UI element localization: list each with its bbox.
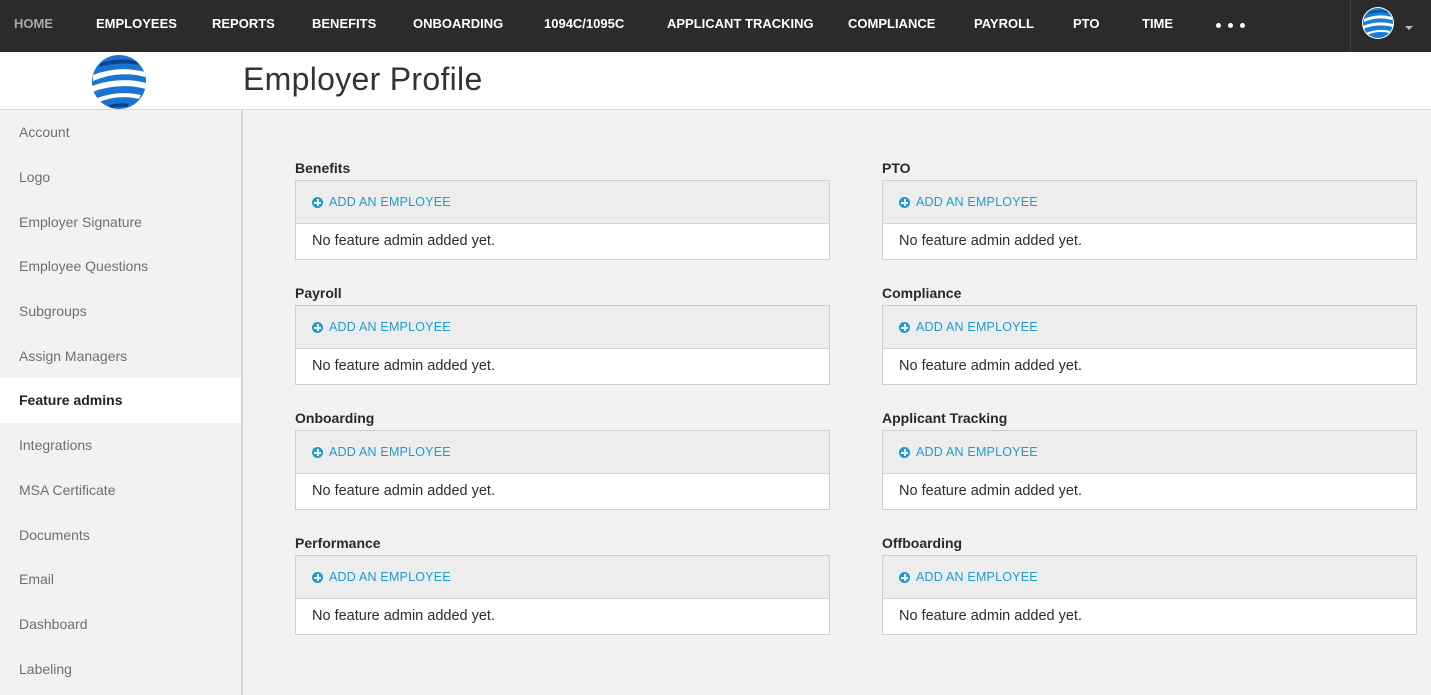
panel-header: ADD AN EMPLOYEE — [883, 556, 1416, 599]
section-title: Compliance — [882, 285, 962, 301]
section-title: Onboarding — [295, 410, 375, 426]
panel-header: ADD AN EMPLOYEE — [296, 181, 829, 224]
add-employee-label: ADD AN EMPLOYEE — [329, 195, 451, 209]
nav-benefits[interactable]: BENEFITS — [312, 0, 376, 52]
add-employee-label: ADD AN EMPLOYEE — [916, 195, 1038, 209]
empty-state-text: No feature admin added yet. — [899, 608, 1082, 624]
empty-state-text: No feature admin added yet. — [312, 233, 495, 249]
empty-state-text: No feature admin added yet. — [899, 358, 1082, 374]
add-employee-label: ADD AN EMPLOYEE — [916, 445, 1038, 459]
panel-header: ADD AN EMPLOYEE — [883, 181, 1416, 224]
sidebar-item-employer-signature[interactable]: Employer Signature — [0, 200, 241, 245]
plus-circle-icon — [899, 572, 910, 583]
sidebar-item-logo[interactable]: Logo — [0, 155, 241, 200]
page-title: Employer Profile — [243, 61, 483, 97]
section-title: Payroll — [295, 285, 342, 301]
add-employee-button[interactable]: ADD AN EMPLOYEE — [312, 569, 451, 585]
feature-admin-panel: ADD AN EMPLOYEE No feature admin added y… — [295, 555, 830, 635]
add-employee-label: ADD AN EMPLOYEE — [329, 445, 451, 459]
feature-admins-content: Benefits ADD AN EMPLOYEE No feature admi… — [243, 110, 1431, 695]
add-employee-label: ADD AN EMPLOYEE — [329, 320, 451, 334]
sidebar-item-subgroups[interactable]: Subgroups — [0, 289, 241, 334]
more-dots-icon[interactable] — [1214, 16, 1248, 34]
nav-onboarding[interactable]: ONBOARDING — [413, 0, 503, 52]
feature-admin-panel: ADD AN EMPLOYEE No feature admin added y… — [295, 180, 830, 260]
empty-state-text: No feature admin added yet. — [312, 358, 495, 374]
panel-header: ADD AN EMPLOYEE — [296, 556, 829, 599]
add-employee-button[interactable]: ADD AN EMPLOYEE — [899, 319, 1038, 335]
section-title: PTO — [882, 160, 911, 176]
nav-divider — [1350, 0, 1351, 52]
empty-state-text: No feature admin added yet. — [899, 483, 1082, 499]
plus-circle-icon — [899, 197, 910, 208]
empty-state-text: No feature admin added yet. — [312, 483, 495, 499]
top-navigation-bar: HOME EMPLOYEES REPORTS BENEFITS ONBOARDI… — [0, 0, 1431, 52]
feature-admin-panel: ADD AN EMPLOYEE No feature admin added y… — [882, 430, 1417, 510]
user-avatar-globe-icon[interactable] — [1361, 6, 1395, 40]
plus-circle-icon — [899, 322, 910, 333]
nav-payroll[interactable]: PAYROLL — [974, 0, 1034, 52]
sidebar-item-labeling[interactable]: Labeling — [0, 647, 241, 692]
sidebar-item-dashboard[interactable]: Dashboard — [0, 602, 241, 647]
nav-time[interactable]: TIME — [1142, 0, 1173, 52]
add-employee-button[interactable]: ADD AN EMPLOYEE — [899, 569, 1038, 585]
plus-circle-icon — [899, 447, 910, 458]
nav-1094c-1095c[interactable]: 1094C/1095C — [544, 0, 624, 52]
sidebar-item-employee-questions[interactable]: Employee Questions — [0, 244, 241, 289]
sidebar-item-assign-managers[interactable]: Assign Managers — [0, 334, 241, 379]
section-title: Applicant Tracking — [882, 410, 1008, 426]
sidebar-item-account[interactable]: Account — [0, 110, 241, 155]
caret-down-icon[interactable] — [1403, 20, 1415, 30]
plus-circle-icon — [312, 197, 323, 208]
page-header: Employer Profile — [0, 52, 1431, 110]
sidebar-item-documents[interactable]: Documents — [0, 513, 241, 558]
sidebar-item-email[interactable]: Email — [0, 557, 241, 602]
feature-admin-panel: ADD AN EMPLOYEE No feature admin added y… — [882, 305, 1417, 385]
add-employee-button[interactable]: ADD AN EMPLOYEE — [899, 194, 1038, 210]
empty-state-text: No feature admin added yet. — [312, 608, 495, 624]
feature-admin-panel: ADD AN EMPLOYEE No feature admin added y… — [882, 180, 1417, 260]
section-title: Offboarding — [882, 535, 963, 551]
sidebar: Account Logo Employer Signature Employee… — [0, 110, 243, 695]
add-employee-button[interactable]: ADD AN EMPLOYEE — [899, 444, 1038, 460]
nav-reports[interactable]: REPORTS — [212, 0, 275, 52]
sidebar-item-integrations[interactable]: Integrations — [0, 423, 241, 468]
panel-header: ADD AN EMPLOYEE — [883, 431, 1416, 474]
sidebar-item-feature-admins[interactable]: Feature admins — [0, 378, 241, 423]
panel-header: ADD AN EMPLOYEE — [296, 431, 829, 474]
add-employee-button[interactable]: ADD AN EMPLOYEE — [312, 319, 451, 335]
section-title: Performance — [295, 535, 381, 551]
add-employee-button[interactable]: ADD AN EMPLOYEE — [312, 444, 451, 460]
globe-logo-icon — [89, 53, 149, 110]
section-title: Benefits — [295, 160, 351, 176]
panel-header: ADD AN EMPLOYEE — [883, 306, 1416, 349]
nav-pto[interactable]: PTO — [1073, 0, 1100, 52]
add-employee-label: ADD AN EMPLOYEE — [329, 570, 451, 584]
plus-circle-icon — [312, 322, 323, 333]
add-employee-label: ADD AN EMPLOYEE — [916, 320, 1038, 334]
add-employee-button[interactable]: ADD AN EMPLOYEE — [312, 194, 451, 210]
nav-home[interactable]: HOME — [14, 0, 53, 52]
empty-state-text: No feature admin added yet. — [899, 233, 1082, 249]
feature-admin-panel: ADD AN EMPLOYEE No feature admin added y… — [882, 555, 1417, 635]
nav-employees[interactable]: EMPLOYEES — [96, 0, 177, 52]
nav-applicant-tracking[interactable]: APPLICANT TRACKING — [667, 0, 814, 52]
sidebar-item-msa-certificate[interactable]: MSA Certificate — [0, 468, 241, 513]
add-employee-label: ADD AN EMPLOYEE — [916, 570, 1038, 584]
feature-admin-panel: ADD AN EMPLOYEE No feature admin added y… — [295, 305, 830, 385]
plus-circle-icon — [312, 447, 323, 458]
plus-circle-icon — [312, 572, 323, 583]
panel-header: ADD AN EMPLOYEE — [296, 306, 829, 349]
nav-compliance[interactable]: COMPLIANCE — [848, 0, 935, 52]
feature-admin-panel: ADD AN EMPLOYEE No feature admin added y… — [295, 430, 830, 510]
